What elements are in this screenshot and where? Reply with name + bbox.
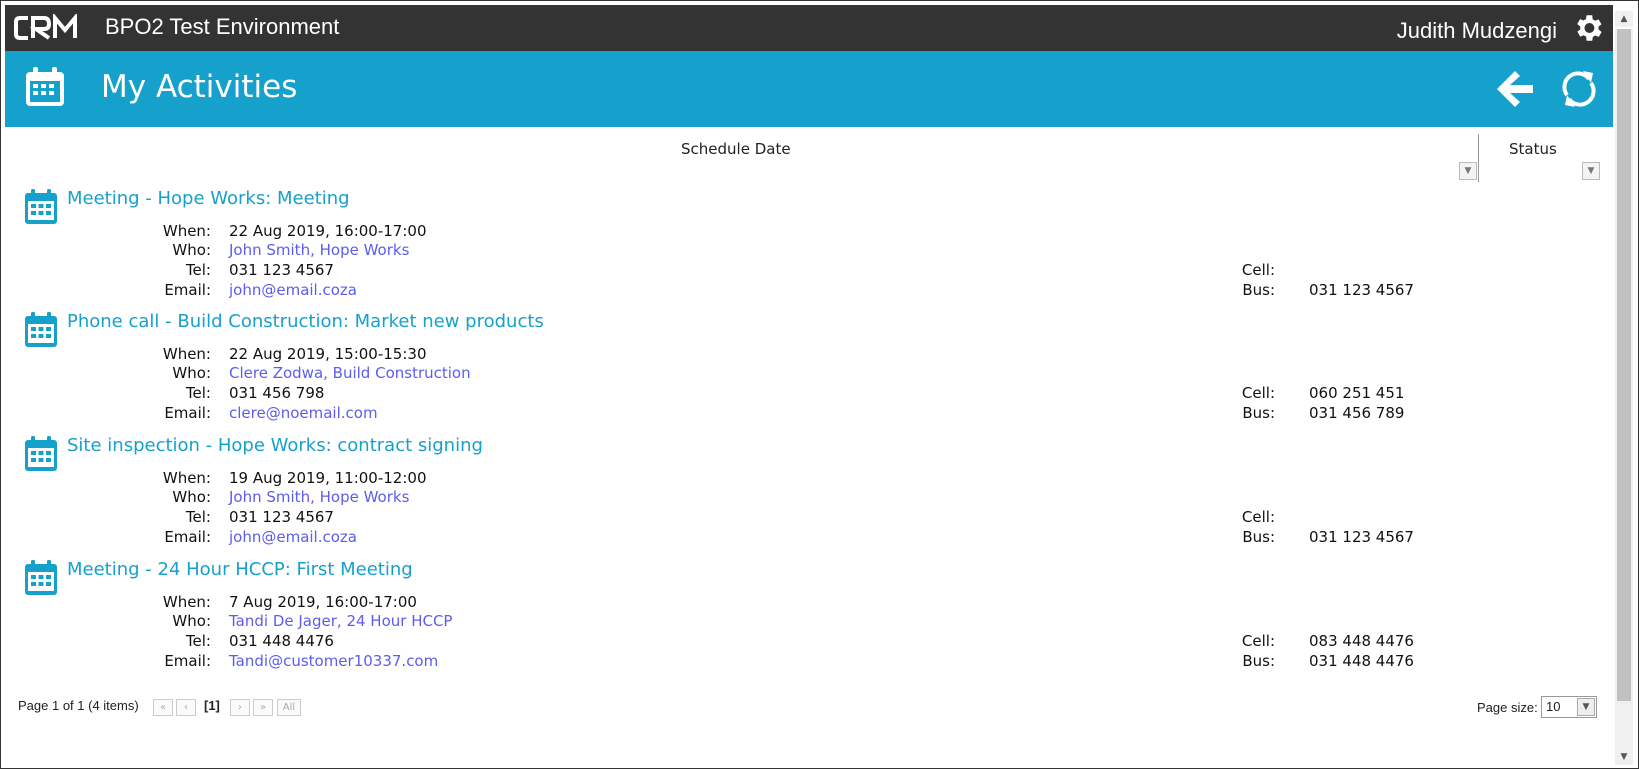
app-window: BPO2 Test Environment Judith Mudzengi My… — [0, 0, 1639, 769]
bus-label: Bus: — [1242, 652, 1275, 670]
page-size-label: Page size: — [1477, 700, 1538, 715]
email-value[interactable]: john@email.coza — [229, 281, 357, 299]
cell-value: 083 448 4476 — [1309, 632, 1414, 650]
crm-logo — [14, 14, 77, 40]
scroll-down-button[interactable]: ▼ — [1615, 749, 1633, 765]
calendar-icon — [26, 67, 64, 106]
when-value: 22 Aug 2019, 16:00-17:00 — [229, 222, 427, 240]
calendar-icon — [23, 188, 59, 226]
cell-label: Cell: — [1241, 261, 1275, 279]
who-label: Who: — [172, 364, 211, 382]
activity-title-link[interactable]: Meeting - 24 Hour HCCP: First Meeting — [67, 559, 413, 580]
who-label: Who: — [172, 241, 211, 259]
activity-item: Meeting - 24 Hour HCCP: First Meeting Whe… — [1, 559, 1601, 679]
title-bar: My Activities — [5, 51, 1613, 127]
activity-title-link[interactable]: Phone call - Build Construction: Market … — [67, 311, 544, 332]
user-name[interactable]: Judith Mudzengi — [1397, 18, 1557, 44]
activity-title-link[interactable]: Meeting - Hope Works: Meeting — [67, 188, 350, 209]
tel-value: 031 456 798 — [229, 384, 325, 402]
who-value[interactable]: Clere Zodwa, Build Construction — [229, 364, 471, 382]
calendar-icon — [23, 559, 59, 597]
when-label: When: — [162, 469, 211, 487]
column-header-schedule-date[interactable]: Schedule Date — [681, 140, 791, 158]
chevron-down-icon[interactable]: ▼ — [1577, 698, 1595, 716]
when-label: When: — [162, 345, 211, 363]
activity-title-link[interactable]: Site inspection - Hope Works: contract s… — [67, 435, 483, 456]
pager-last-button[interactable]: » — [253, 699, 273, 716]
email-value[interactable]: Tandi@customer10337.com — [229, 652, 438, 670]
who-value[interactable]: John Smith, Hope Works — [229, 241, 409, 259]
vertical-scrollbar[interactable] — [1615, 29, 1633, 765]
tel-value: 031 123 4567 — [229, 508, 334, 526]
top-bar: BPO2 Test Environment Judith Mudzengi — [5, 5, 1613, 51]
activity-item: Phone call - Build Construction: Market … — [1, 311, 1601, 431]
column-divider — [1478, 134, 1479, 182]
bus-label: Bus: — [1242, 528, 1275, 546]
cell-label: Cell: — [1241, 632, 1275, 650]
bus-value: 031 123 4567 — [1309, 528, 1414, 546]
email-label: Email: — [164, 404, 211, 422]
when-value: 7 Aug 2019, 16:00-17:00 — [229, 593, 417, 611]
when-label: When: — [162, 593, 211, 611]
when-value: 22 Aug 2019, 15:00-15:30 — [229, 345, 427, 363]
bus-value: 031 448 4476 — [1309, 652, 1414, 670]
tel-value: 031 448 4476 — [229, 632, 334, 650]
email-label: Email: — [164, 652, 211, 670]
status-filter-button[interactable]: ▼ — [1582, 162, 1600, 180]
activity-item: Meeting - Hope Works: Meeting When: 22 Aug… — [1, 188, 1601, 308]
refresh-icon[interactable] — [1559, 67, 1599, 111]
email-label: Email: — [164, 281, 211, 299]
bus-value: 031 456 789 — [1309, 404, 1405, 422]
gear-icon[interactable] — [1571, 11, 1605, 45]
schedule-date-filter-button[interactable]: ▼ — [1459, 162, 1477, 180]
when-label: When: — [162, 222, 211, 240]
when-value: 19 Aug 2019, 11:00-12:00 — [229, 469, 427, 487]
who-value[interactable]: John Smith, Hope Works — [229, 488, 409, 506]
arrow-left-icon[interactable] — [1493, 67, 1537, 111]
who-label: Who: — [172, 612, 211, 630]
column-header-status[interactable]: Status — [1509, 140, 1557, 158]
pager-next-button[interactable]: › — [230, 699, 250, 716]
pager-all-button[interactable]: All — [277, 699, 301, 716]
who-value[interactable]: Tandi De Jager, 24 Hour HCCP — [229, 612, 452, 630]
tel-label: Tel: — [185, 261, 211, 279]
who-label: Who: — [172, 488, 211, 506]
scroll-up-button[interactable]: ▲ — [1615, 11, 1633, 27]
tel-value: 031 123 4567 — [229, 261, 334, 279]
cell-value: 060 251 451 — [1309, 384, 1405, 402]
email-value[interactable]: john@email.coza — [229, 528, 357, 546]
calendar-icon — [23, 311, 59, 349]
activity-item: Site inspection - Hope Works: contract s… — [1, 435, 1601, 555]
tel-label: Tel: — [185, 384, 211, 402]
tel-label: Tel: — [185, 508, 211, 526]
email-label: Email: — [164, 528, 211, 546]
cell-label: Cell: — [1241, 384, 1275, 402]
environment-title: BPO2 Test Environment — [105, 14, 340, 39]
pager-current-page: [1] — [204, 698, 220, 713]
bus-label: Bus: — [1242, 404, 1275, 422]
bus-label: Bus: — [1242, 281, 1275, 299]
page-size-value: 10 — [1546, 699, 1561, 714]
page-title: My Activities — [101, 69, 298, 105]
tel-label: Tel: — [185, 632, 211, 650]
bus-value: 031 123 4567 — [1309, 281, 1414, 299]
calendar-icon — [23, 435, 59, 473]
cell-label: Cell: — [1241, 508, 1275, 526]
pager-first-button[interactable]: « — [153, 699, 173, 716]
pager-prev-button[interactable]: ‹ — [176, 699, 196, 716]
scroll-thumb[interactable] — [1617, 29, 1631, 701]
email-value[interactable]: clere@noemail.com — [229, 404, 378, 422]
pager-summary: Page 1 of 1 (4 items) — [18, 698, 139, 713]
page-size-select[interactable]: 10 ▼ — [1541, 696, 1597, 718]
